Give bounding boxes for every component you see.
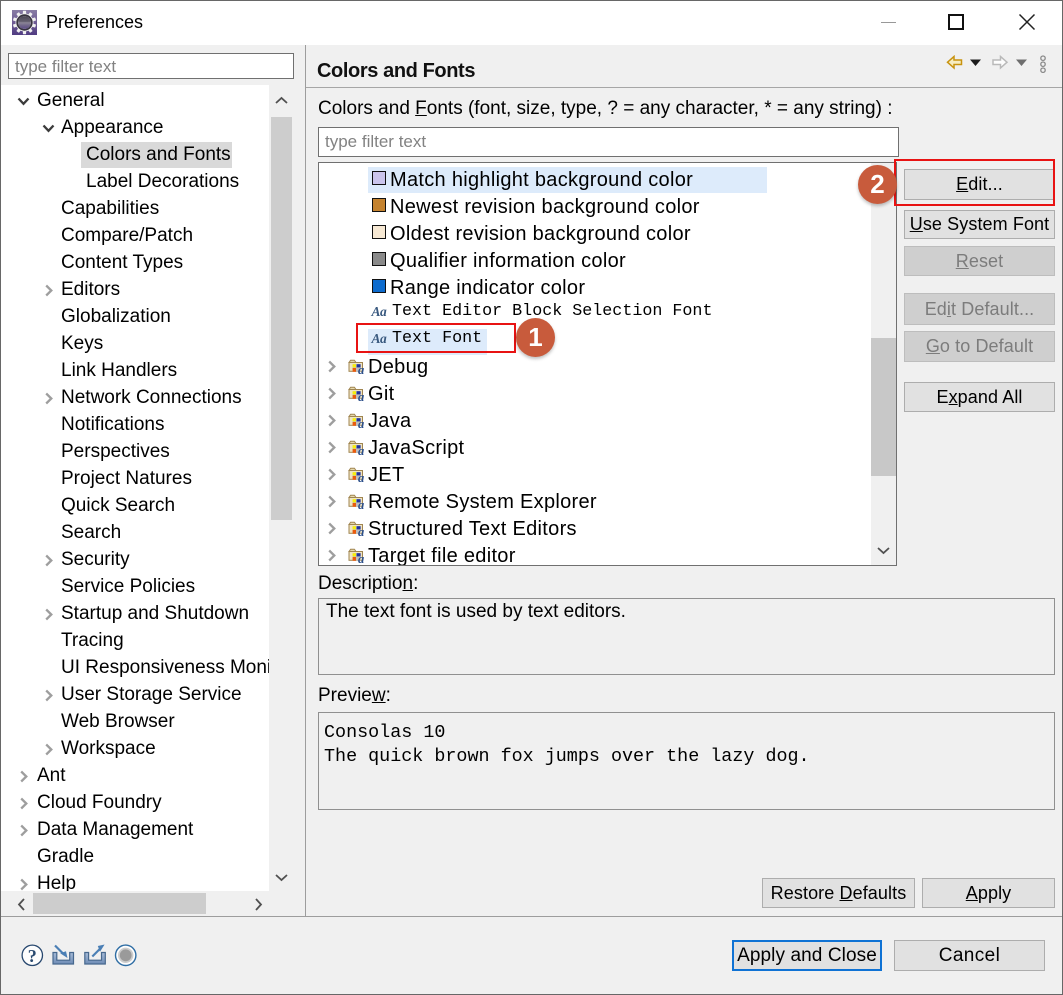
svg-text:a: a	[358, 552, 364, 564]
svg-text:a: a	[358, 525, 364, 537]
svg-text:a: a	[358, 363, 364, 375]
svg-text:a: a	[358, 471, 364, 483]
svg-text:?: ?	[28, 946, 37, 966]
svg-text:a: a	[358, 444, 364, 456]
svg-text:a: a	[358, 498, 364, 510]
svg-text:a: a	[358, 390, 364, 402]
svg-text:a: a	[358, 417, 364, 429]
